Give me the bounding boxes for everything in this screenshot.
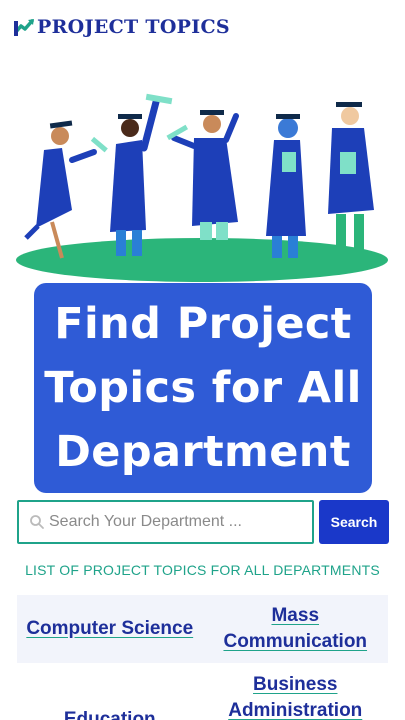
graduate-figure bbox=[24, 120, 108, 259]
graduate-figure bbox=[328, 102, 374, 258]
search-icon bbox=[30, 515, 44, 529]
department-row: Education Business Administration bbox=[17, 663, 388, 720]
department-link-mass-communication[interactable]: Mass Communication bbox=[203, 603, 389, 655]
graduate-figure bbox=[166, 110, 239, 240]
graduate-figure bbox=[266, 114, 306, 258]
department-link-business-administration[interactable]: Business Administration bbox=[203, 672, 389, 720]
department-row: Computer Science Mass Communication bbox=[17, 595, 388, 663]
department-cell: Education bbox=[17, 663, 203, 720]
search-box bbox=[17, 500, 314, 544]
graduate-figure bbox=[110, 93, 173, 256]
headline: Find Project Topics for All Department bbox=[44, 299, 362, 477]
arrow-chart-icon bbox=[14, 19, 34, 36]
department-cell: Business Administration bbox=[203, 663, 389, 720]
search-input[interactable] bbox=[49, 502, 312, 542]
department-grid: Computer Science Mass Communication Educ… bbox=[17, 595, 388, 720]
department-cell: Computer Science bbox=[17, 595, 203, 663]
department-link-computer-science[interactable]: Computer Science bbox=[26, 616, 193, 642]
department-cell: Mass Communication bbox=[203, 595, 389, 663]
site-logo[interactable]: PROJECT TOPICS bbox=[14, 16, 230, 38]
site-header: PROJECT TOPICS bbox=[0, 0, 405, 58]
headline-banner: Find Project Topics for All Department bbox=[34, 283, 372, 493]
search-button[interactable]: Search bbox=[319, 500, 389, 544]
logo-text: PROJECT TOPICS bbox=[37, 16, 230, 38]
graduates-illustration bbox=[16, 93, 388, 282]
department-link-education[interactable]: Education bbox=[64, 707, 156, 720]
department-list-title: LIST OF PROJECT TOPICS FOR ALL DEPARTMEN… bbox=[25, 562, 380, 578]
